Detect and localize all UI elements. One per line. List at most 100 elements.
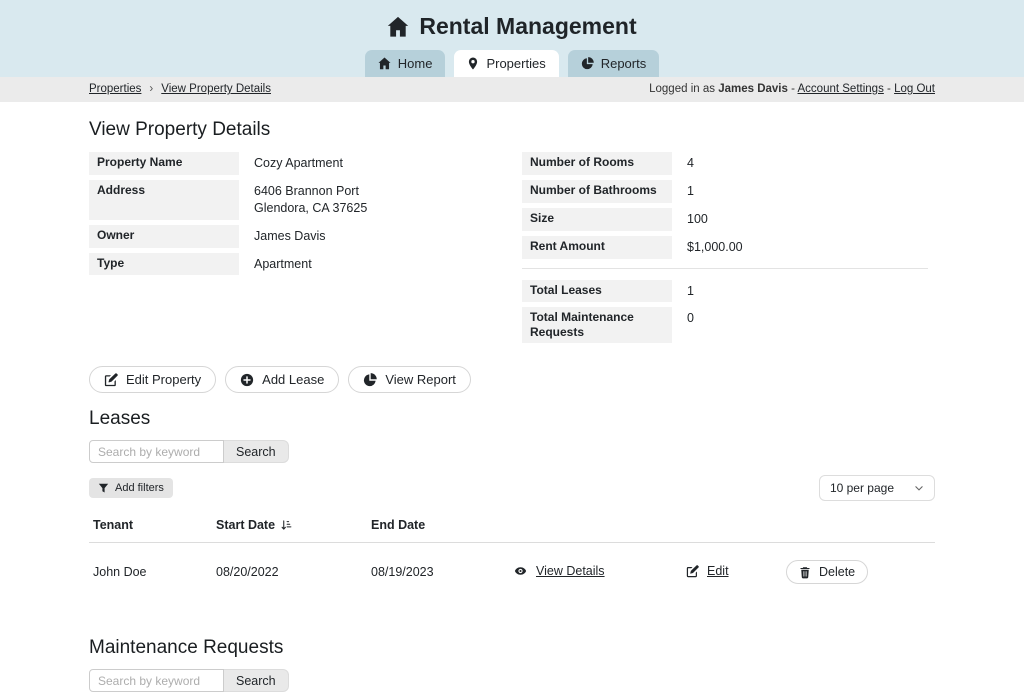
button-label: Edit Property <box>126 372 201 387</box>
breadcrumb-properties[interactable]: Properties <box>89 83 141 95</box>
leases-search-input[interactable] <box>89 440 224 463</box>
pencil-square-icon <box>686 565 699 578</box>
leases-toolbar: Add filters 10 per page <box>89 475 935 501</box>
lease-tenant: John Doe <box>89 543 212 602</box>
tab-label: Reports <box>601 56 647 71</box>
detail-row: Address 6406 Brannon Port Glendora, CA 3… <box>89 180 495 220</box>
detail-row: Total Leases 1 <box>522 280 928 303</box>
trash-icon <box>799 566 811 579</box>
per-page-select[interactable]: 10 per page <box>819 475 935 501</box>
detail-value: 1 <box>679 180 694 203</box>
map-pin-icon <box>467 57 479 70</box>
edit-property-button[interactable]: Edit Property <box>89 366 216 393</box>
detail-label: Owner <box>89 225 239 248</box>
button-label: Delete <box>819 565 855 579</box>
detail-label: Type <box>89 253 239 276</box>
table-header-row: Tenant Start Date End Date <box>89 510 935 543</box>
detail-row: Type Apartment <box>89 253 495 276</box>
tab-home[interactable]: Home <box>365 50 446 77</box>
property-details-left: Property Name Cozy Apartment Address 640… <box>89 152 495 280</box>
leases-title: Leases <box>89 408 935 430</box>
main-content: View Property Details Property Name Cozy… <box>89 119 935 692</box>
breadcrumb-separator: › <box>149 83 153 95</box>
lease-start-date: 08/20/2022 <box>212 543 367 602</box>
edit-lease-link[interactable]: Edit <box>707 564 729 578</box>
add-filters-button[interactable]: Add filters <box>89 478 173 498</box>
column-header-actions <box>509 510 682 543</box>
detail-value: 6406 Brannon Port Glendora, CA 37625 <box>246 180 367 220</box>
delete-lease-button[interactable]: Delete <box>786 560 868 584</box>
pie-chart-icon <box>363 373 377 387</box>
detail-label: Rent Amount <box>522 236 672 259</box>
button-label: Add Lease <box>262 372 324 387</box>
column-header-label: Start Date <box>216 518 275 532</box>
tab-properties[interactable]: Properties <box>454 50 558 77</box>
totals-divider <box>522 268 928 269</box>
eye-icon <box>513 565 528 577</box>
detail-label: Total Leases <box>522 280 672 303</box>
lease-row: John Doe 08/20/2022 08/19/2023 View Deta… <box>89 543 935 602</box>
tab-reports[interactable]: Reports <box>568 50 660 77</box>
pie-chart-icon <box>581 57 594 70</box>
leases-search-button[interactable]: Search <box>224 440 289 463</box>
sort-icon[interactable] <box>280 519 292 531</box>
plus-circle-icon <box>240 373 254 387</box>
property-details: Property Name Cozy Apartment Address 640… <box>89 152 935 348</box>
home-icon <box>387 16 409 38</box>
column-header-actions <box>682 510 782 543</box>
leases-table: Tenant Start Date End Date John Doe 08/2… <box>89 510 935 601</box>
breadcrumb: Properties › View Property Details <box>89 83 271 95</box>
tab-label: Properties <box>486 56 545 71</box>
detail-value: $1,000.00 <box>679 236 743 259</box>
per-page-value: 10 per page <box>830 481 894 495</box>
column-header-actions <box>782 510 935 543</box>
button-label: Add filters <box>115 482 164 494</box>
detail-label: Number of Rooms <box>522 152 672 175</box>
detail-row: Rent Amount $1,000.00 <box>522 236 928 259</box>
dash: - <box>791 83 795 95</box>
maintenance-title: Maintenance Requests <box>89 637 935 659</box>
maintenance-search-button[interactable]: Search <box>224 669 289 692</box>
view-report-button[interactable]: View Report <box>348 366 471 393</box>
detail-value: 4 <box>679 152 694 175</box>
detail-label: Size <box>522 208 672 231</box>
button-label: View Report <box>385 372 456 387</box>
view-details-link[interactable]: View Details <box>536 564 605 578</box>
detail-value: 0 <box>679 307 694 343</box>
home-icon <box>378 57 391 70</box>
detail-value: 100 <box>679 208 708 231</box>
detail-value: 1 <box>679 280 694 303</box>
app-title: Rental Management <box>0 13 1024 40</box>
detail-label: Total Maintenance Requests <box>522 307 672 343</box>
detail-row: Total Maintenance Requests 0 <box>522 307 928 343</box>
property-actions: Edit Property Add Lease View Report <box>89 366 935 393</box>
detail-row: Size 100 <box>522 208 928 231</box>
detail-row: Number of Bathrooms 1 <box>522 180 928 203</box>
address-line-1: 6406 Brannon Port <box>254 183 367 200</box>
breadcrumb-view-property-details[interactable]: View Property Details <box>161 83 271 95</box>
chevron-down-icon <box>914 483 924 493</box>
property-details-right: Number of Rooms 4 Number of Bathrooms 1 … <box>522 152 928 348</box>
tab-label: Home <box>398 56 433 71</box>
detail-label: Property Name <box>89 152 239 175</box>
topbar: Properties › View Property Details Logge… <box>0 77 1024 102</box>
account-settings-link[interactable]: Account Settings <box>798 83 884 95</box>
detail-row: Property Name Cozy Apartment <box>89 152 495 175</box>
app-title-text: Rental Management <box>419 13 636 40</box>
detail-row: Owner James Davis <box>89 225 495 248</box>
detail-row: Number of Rooms 4 <box>522 152 928 175</box>
leases-search: Search <box>89 440 935 463</box>
detail-label: Address <box>89 180 239 220</box>
maintenance-search: Search <box>89 669 935 692</box>
user-name: James Davis <box>718 83 788 95</box>
maintenance-search-input[interactable] <box>89 669 224 692</box>
column-header-start-date[interactable]: Start Date <box>212 510 367 543</box>
log-out-link[interactable]: Log Out <box>894 83 935 95</box>
column-header-end-date: End Date <box>367 510 509 543</box>
detail-value: Cozy Apartment <box>246 152 343 175</box>
column-header-tenant: Tenant <box>89 510 212 543</box>
user-session: Logged in as James Davis - Account Setti… <box>649 83 935 95</box>
lease-end-date: 08/19/2023 <box>367 543 509 602</box>
pencil-square-icon <box>104 373 118 387</box>
add-lease-button[interactable]: Add Lease <box>225 366 339 393</box>
